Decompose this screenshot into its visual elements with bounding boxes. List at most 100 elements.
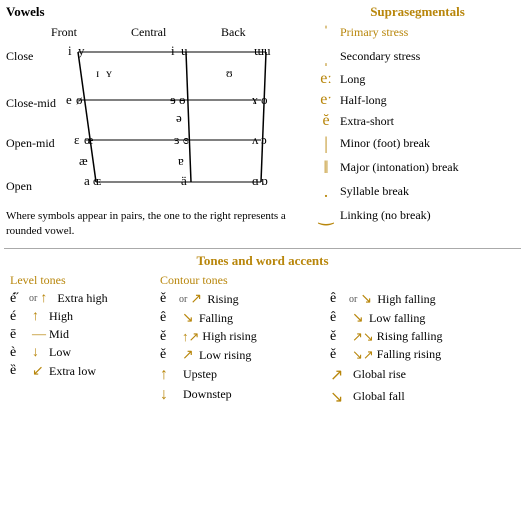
svg-text:ɑ: ɑ	[252, 173, 259, 188]
supra-row-major: ‖ Major (intonation) break	[316, 157, 519, 178]
global-fall-char: ↘	[330, 387, 350, 407]
extra-short-label: Extra-short	[340, 114, 394, 129]
low-falling-mark: ↘	[352, 310, 366, 327]
contour-tones-col2: ê or ↘ High falling ê ↘ Low falling ě ↗↘…	[324, 273, 525, 409]
svg-text:ɨ: ɨ	[171, 43, 175, 58]
contour-global-fall: ↘ Global fall	[330, 387, 525, 407]
major-break-label: Major (intonation) break	[340, 160, 459, 175]
svg-text:ɪ: ɪ	[96, 66, 99, 80]
contour-low-falling: ê ↘ Low falling	[330, 310, 525, 327]
svg-text:Central: Central	[131, 25, 167, 39]
contour-high-falling: ê or ↘ High falling	[330, 291, 525, 308]
tones-section: Tones and word accents Level tones é̋ or…	[4, 248, 521, 409]
high-mark: ↑	[32, 309, 46, 325]
svg-text:Open: Open	[6, 179, 32, 193]
supra-row-half-long: eˑ Half-long	[316, 91, 519, 109]
svg-text:ɘ: ɘ	[170, 92, 176, 107]
svg-text:Close: Close	[6, 49, 33, 63]
linking-label: Linking (no break)	[340, 208, 431, 223]
high-falling-mark: ↘	[360, 291, 374, 308]
falling-label: Falling	[199, 311, 233, 326]
level-tone-high: é ↑ High	[10, 309, 154, 325]
extralow-mark: ↙	[32, 363, 46, 380]
primary-stress-symbol: ˈ	[316, 22, 336, 43]
svg-text:ɵ: ɵ	[179, 92, 186, 107]
mid-char: ē	[10, 327, 26, 343]
major-break-symbol: ‖	[316, 157, 336, 178]
low-mark: ↓	[32, 345, 46, 361]
vowels-title: Vowels	[6, 4, 304, 20]
svg-text:ʏ: ʏ	[106, 66, 112, 80]
svg-text:Front: Front	[51, 25, 78, 39]
svg-text:y: y	[78, 43, 85, 58]
svg-text:ʌ: ʌ	[252, 132, 259, 147]
low-falling-char: ê	[330, 310, 346, 326]
svg-text:ɔ: ɔ	[261, 132, 267, 147]
svg-text:o: o	[261, 92, 268, 107]
supra-row-linking: ‿ Linking (no break)	[316, 205, 519, 226]
contour-rising: ě or ↗ Rising	[160, 291, 324, 308]
svg-text:ɶ: ɶ	[93, 173, 101, 188]
supra-row-extra-short: ĕ Extra-short	[316, 112, 519, 130]
half-long-label: Half-long	[340, 93, 387, 108]
falling-rising-mark: ↘↗	[352, 347, 374, 363]
upstep-label: Upstep	[183, 367, 217, 382]
svg-text:u: u	[264, 43, 271, 58]
contour-tones-title: Contour tones	[160, 273, 324, 288]
rising-char: ě	[160, 291, 176, 307]
high-falling-char: ê	[330, 291, 346, 307]
falling-char: ê	[160, 310, 176, 326]
extrahigh-label: Extra high	[57, 291, 107, 306]
low-rising-label: Low rising	[199, 348, 251, 363]
svg-text:e: e	[66, 92, 72, 107]
syllable-break-label: Syllable break	[340, 184, 409, 199]
level-tones-col: Level tones é̋ or ↑ Extra high é ↑ High …	[4, 273, 154, 409]
contour-low-rising: ě ↗ Low rising	[160, 347, 324, 364]
falling-rising-label: Falling rising	[377, 347, 441, 362]
minor-break-label: Minor (foot) break	[340, 136, 430, 151]
half-long-symbol: eˑ	[316, 91, 336, 109]
svg-text:œ: œ	[84, 132, 93, 147]
svg-text:a: a	[84, 173, 90, 188]
high-falling-label: High falling	[377, 292, 435, 307]
extralow-label: Extra low	[49, 364, 96, 379]
global-rise-label: Global rise	[353, 367, 406, 382]
svg-text:ɜ: ɜ	[174, 132, 179, 147]
svg-text:ɛ: ɛ	[74, 132, 80, 147]
svg-text:ɞ: ɞ	[183, 132, 189, 147]
svg-text:æ: æ	[79, 153, 88, 168]
global-rise-char: ↗	[330, 365, 350, 385]
vowel-chart-area: Front Central Back Close Close-mid Open-…	[6, 22, 301, 207]
main-container: Vowels Front Central Back Close Close-mi…	[0, 0, 525, 244]
rising-falling-char: ě	[330, 329, 346, 345]
vowel-chart-svg: Front Central Back Close Close-mid Open-…	[6, 22, 301, 207]
high-label: High	[49, 309, 73, 324]
level-tone-extralow: ȅ ↙ Extra low	[10, 363, 154, 380]
falling-rising-char: ě	[330, 347, 346, 363]
supra-list: ˈ Primary stress ˌ Secondary stress eː L…	[316, 22, 519, 226]
col2-spacer	[330, 273, 525, 288]
supra-row-syllable: . Syllable break	[316, 181, 519, 202]
svg-text:ʉ: ʉ	[181, 43, 188, 58]
svg-text:ɒ: ɒ	[261, 173, 268, 188]
linking-symbol: ‿	[316, 205, 336, 226]
low-label: Low	[49, 345, 71, 360]
extrahigh-mark: ↑	[40, 291, 54, 307]
extra-short-symbol: ĕ	[316, 112, 336, 130]
high-falling-or: or	[349, 294, 357, 305]
svg-text:ø: ø	[76, 92, 83, 107]
long-symbol: eː	[316, 70, 336, 88]
contour-tones-col1: Contour tones ě or ↗ Rising ê ↘ Falling …	[154, 273, 324, 409]
level-tones-title: Level tones	[10, 273, 154, 288]
supra-row-secondary: ˌ Secondary stress	[316, 46, 519, 67]
level-tone-extrahigh: é̋ or ↑ Extra high	[10, 291, 154, 307]
suprasegmentals-title: Suprasegmentals	[316, 4, 519, 20]
svg-text:ʊ: ʊ	[226, 66, 233, 80]
level-tone-low: è ↓ Low	[10, 345, 154, 361]
low-falling-label: Low falling	[369, 311, 425, 326]
rising-falling-label: Rising falling	[377, 329, 443, 344]
rising-falling-mark: ↗↘	[352, 329, 374, 345]
rising-mark: ↗	[190, 291, 204, 308]
contour-global-rise: ↗ Global rise	[330, 365, 525, 385]
right-panel: Suprasegmentals ˈ Primary stress ˌ Secon…	[310, 0, 525, 244]
